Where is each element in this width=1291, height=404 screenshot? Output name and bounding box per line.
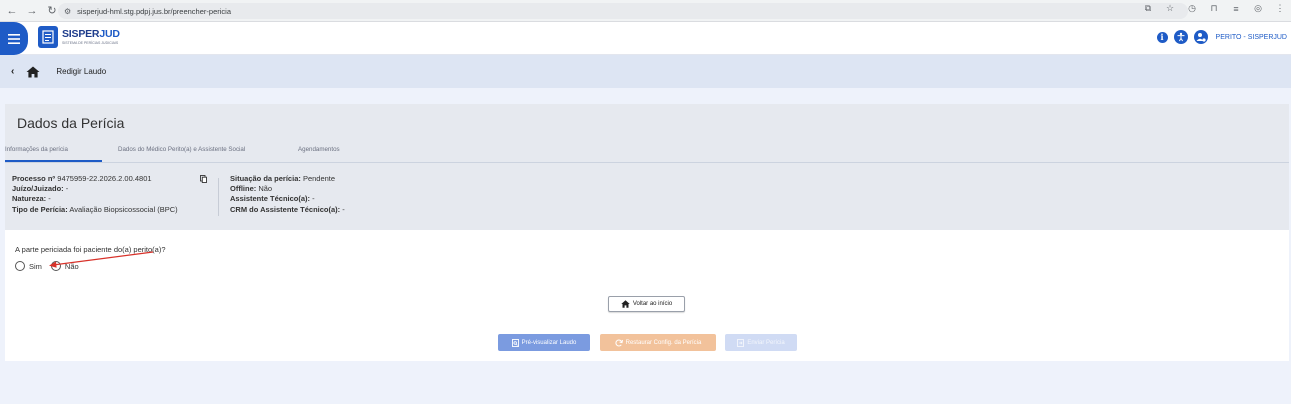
- voltar-inicio-button[interactable]: Voltar ao início: [608, 296, 685, 312]
- history-icon[interactable]: ◷: [1185, 3, 1199, 14]
- tab-agendamentos[interactable]: Agendamentos: [298, 146, 340, 153]
- browser-toolbar: ← → ↻ ⚙ sisperjud-hml.stg.pdpj.jus.br/pr…: [0, 0, 1291, 22]
- user-role-label[interactable]: PERITO - SISPERJUD: [1216, 34, 1287, 41]
- home-icon[interactable]: [26, 66, 40, 78]
- bookmark-star-icon[interactable]: ☆: [1163, 3, 1177, 14]
- logo-subtitle: SISTEMA DE PERÍCIAS JUDICIAIS: [62, 40, 119, 45]
- hamburger-menu-button[interactable]: [0, 22, 28, 55]
- install-app-icon[interactable]: ⧉: [1141, 3, 1155, 14]
- url-text: sisperjud-hml.stg.pdpj.jus.br/preencher-…: [77, 6, 231, 16]
- page-title: Redigir Laudo: [56, 67, 107, 76]
- tab-dados-medico-perito[interactable]: Dados do Médico Perito(a) e Assistente S…: [118, 146, 245, 153]
- sisperjud-logo[interactable]: SISPERJUD SISTEMA DE PERÍCIAS JUDICIAIS: [38, 26, 120, 48]
- home-icon: [621, 300, 630, 308]
- offline-row: Offline: Não: [230, 184, 273, 194]
- hamburger-icon: [8, 33, 20, 44]
- situacao-row: Situação da perícia: Pendente: [230, 174, 336, 183]
- enviar-pericia-button[interactable]: Enviar Perícia: [725, 334, 797, 351]
- refresh-icon: [615, 339, 623, 346]
- juizo-row: Juízo/Juizado: -: [12, 184, 69, 194]
- pericia-card-header: Dados da Perícia Informações da perícia …: [5, 104, 1289, 230]
- arrow-right-icon[interactable]: →: [24, 3, 40, 19]
- annotation-arrow-icon: [49, 251, 154, 268]
- document-preview-icon: [511, 338, 519, 347]
- more-menu-icon[interactable]: ⋮: [1273, 3, 1287, 14]
- processo-row: Processo nº 9475959-22.2026.2.00.4801: [12, 174, 152, 183]
- tab-informacoes-pericia[interactable]: Informações da perícia: [5, 146, 68, 153]
- crm-row: CRM do Assistente Técnico(a): -: [230, 204, 345, 214]
- page-breadcrumb: ‹ Redigir Laudo: [0, 55, 1291, 88]
- address-bar[interactable]: ⚙ sisperjud-hml.stg.pdpj.jus.br/preenche…: [58, 3, 1188, 19]
- arrow-left-icon[interactable]: ←: [4, 3, 20, 19]
- accessibility-icon[interactable]: [1173, 30, 1188, 44]
- logo-title: SISPERJUD: [62, 28, 120, 40]
- app-header: SISPERJUD SISTEMA DE PERÍCIAS JUDICIAIS …: [0, 22, 1291, 55]
- info-column-left: Processo nº 9475959-22.2026.2.00.4801 Ju…: [12, 174, 212, 215]
- restaurar-config-button[interactable]: Restaurar Config. da Perícia: [600, 334, 716, 351]
- info-column-right: Situação da perícia: Pendente Offline: N…: [230, 174, 530, 215]
- active-tab-indicator: [5, 160, 102, 162]
- browser-actions: ⧉ ☆ ◷ ⊓ ≡ ◎ ⋮: [1141, 3, 1287, 14]
- info-icon[interactable]: i: [1156, 31, 1168, 43]
- assistente-row: Assistente Técnico(a): -: [230, 194, 315, 204]
- site-settings-icon[interactable]: ⚙: [64, 7, 71, 16]
- pericia-card: Dados da Perícia Informações da perícia …: [5, 104, 1289, 361]
- processo-value: 9475959-22.2026.2.00.4801: [57, 174, 152, 183]
- tab-bar: Informações da perícia Dados do Médico P…: [5, 139, 1289, 163]
- logo-icon: [38, 26, 58, 48]
- card-title: Dados da Perícia: [17, 115, 125, 131]
- extensions-icon[interactable]: ⊓: [1207, 3, 1221, 14]
- profile-icon[interactable]: ◎: [1251, 3, 1265, 14]
- info-divider: [218, 178, 219, 216]
- reading-list-icon[interactable]: ≡: [1229, 4, 1243, 14]
- radio-sim[interactable]: [15, 261, 25, 271]
- tipo-pericia-row: Tipo de Perícia: Avaliação Biopsicossoci…: [12, 204, 178, 214]
- copy-icon[interactable]: [200, 175, 207, 183]
- natureza-row: Natureza: -: [12, 194, 51, 204]
- radio-sim-label[interactable]: Sim: [29, 262, 42, 271]
- document-send-icon: [737, 338, 745, 347]
- user-settings-icon[interactable]: [1193, 30, 1208, 44]
- back-chevron-icon[interactable]: ‹: [11, 66, 14, 77]
- header-actions: i PERITO - SISPERJUD: [1156, 30, 1287, 44]
- pre-visualizar-laudo-button[interactable]: Pré-visualizar Laudo: [498, 334, 590, 351]
